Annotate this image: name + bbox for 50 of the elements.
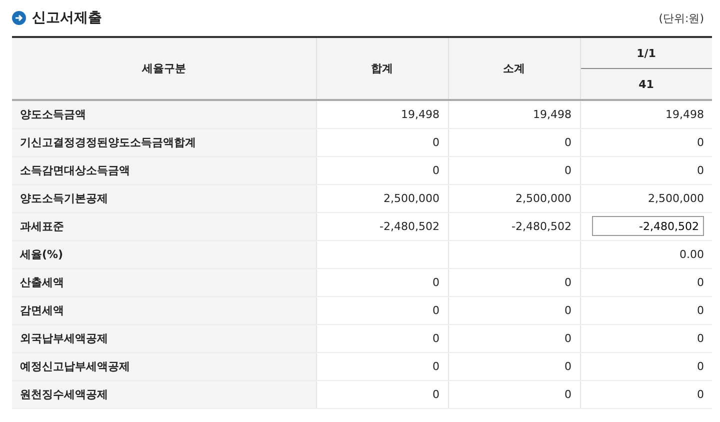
table-cell: 0 bbox=[448, 324, 580, 352]
table-cell: 0 bbox=[316, 324, 448, 352]
table-cell: 2,500,000 bbox=[580, 184, 712, 212]
row-label: 외국납부세액공제 bbox=[12, 324, 316, 352]
column-header: 세율구분 bbox=[12, 37, 316, 100]
row-label: 세율(%) bbox=[12, 240, 316, 268]
table-cell: 19,498 bbox=[448, 100, 580, 128]
column-header: 합계 bbox=[316, 37, 448, 100]
arrow-circle-icon bbox=[12, 11, 26, 25]
table-cell: 0 bbox=[316, 296, 448, 324]
row-label: 과세표준 bbox=[12, 212, 316, 240]
table-cell: 0 bbox=[316, 128, 448, 156]
table-cell: 0 bbox=[316, 380, 448, 408]
table-cell: 0 bbox=[448, 156, 580, 184]
table-cell: 0 bbox=[316, 268, 448, 296]
section-title: 신고서제출 bbox=[32, 9, 102, 27]
table-cell: 0 bbox=[448, 380, 580, 408]
table-cell: 0 bbox=[580, 296, 712, 324]
row-label: 기신고결정경정된양도소득금액합계 bbox=[12, 128, 316, 156]
row-label: 원천징수세액공제 bbox=[12, 380, 316, 408]
table-cell: 2,500,000 bbox=[448, 184, 580, 212]
table-cell: 0 bbox=[448, 296, 580, 324]
row-label: 감면세액 bbox=[12, 296, 316, 324]
column-header: 41 bbox=[580, 68, 712, 100]
row-label: 소득감면대상소득금액 bbox=[12, 156, 316, 184]
table-cell: 2,500,000 bbox=[316, 184, 448, 212]
row-label: 양도소득금액 bbox=[12, 100, 316, 128]
column-header: 소계 bbox=[448, 37, 580, 100]
row-label: 산출세액 bbox=[12, 268, 316, 296]
table-cell: 0 bbox=[316, 352, 448, 380]
table-cell: 0 bbox=[448, 128, 580, 156]
table-cell: 0 bbox=[580, 380, 712, 408]
table-cell: -2,480,502 bbox=[448, 212, 580, 240]
table-cell: 0 bbox=[316, 156, 448, 184]
table-cell: -2,480,502 bbox=[316, 212, 448, 240]
table-cell: 19,498 bbox=[580, 100, 712, 128]
table-cell: 0 bbox=[580, 268, 712, 296]
table-cell: 0 bbox=[448, 352, 580, 380]
table-cell: 0 bbox=[580, 156, 712, 184]
row-label: 양도소득기본공제 bbox=[12, 184, 316, 212]
unit-label: (단위:원) bbox=[658, 10, 704, 26]
table-cell: 0 bbox=[580, 128, 712, 156]
table-cell: 19,498 bbox=[316, 100, 448, 128]
table-cell: 0 bbox=[448, 268, 580, 296]
row-label: 예정신고납부세액공제 bbox=[12, 352, 316, 380]
table-cell: 0 bbox=[580, 324, 712, 352]
column-header: 1/1 bbox=[580, 37, 712, 68]
table-cell: 0 bbox=[580, 352, 712, 380]
table-cell: 0.00 bbox=[580, 240, 712, 268]
input-field[interactable]: -2,480,502 bbox=[592, 216, 704, 236]
